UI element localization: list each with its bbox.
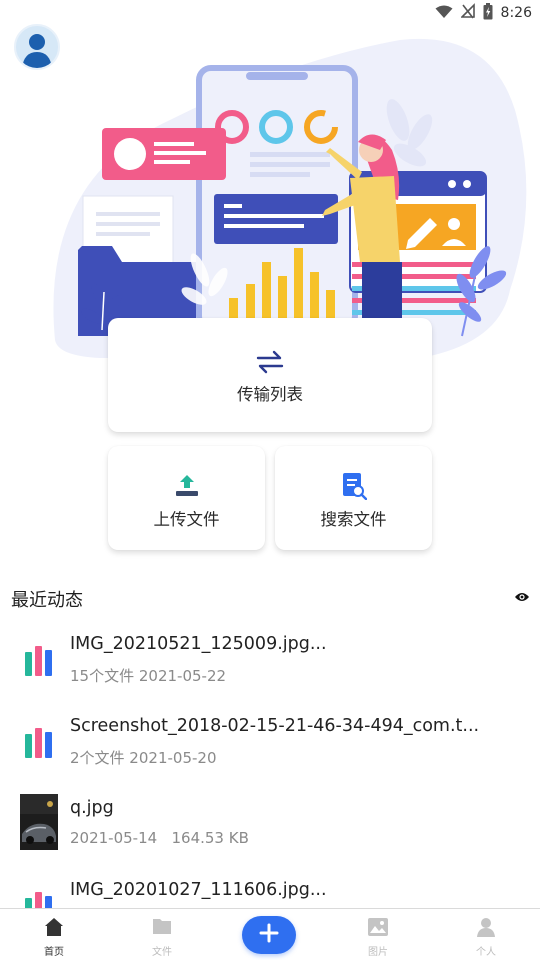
image-stack-icon — [20, 634, 58, 690]
swap-arrows-icon — [256, 350, 284, 378]
upload-file-label: 上传文件 — [153, 510, 220, 529]
search-file-button[interactable]: 搜索文件 — [275, 446, 432, 550]
nav-files-label: 文件 — [152, 947, 172, 958]
upload-tray-icon — [174, 472, 200, 502]
nav-profile[interactable]: 个人 — [432, 909, 540, 960]
wifi-icon — [435, 4, 453, 23]
upload-file-button[interactable]: 上传文件 — [108, 446, 265, 550]
nav-images[interactable]: 图片 — [324, 909, 432, 960]
list-item-meta: 2021-05-14 164.53 KB — [70, 829, 249, 847]
list-item-title: IMG_20210521_125009.jpg... — [70, 634, 327, 654]
photo-thumbnail — [20, 794, 58, 850]
file-search-icon — [341, 472, 367, 504]
list-item-title: q.jpg — [70, 798, 114, 818]
home-icon — [44, 917, 64, 941]
eye-icon[interactable] — [514, 588, 530, 607]
list-item[interactable]: IMG_20210521_125009.jpg... 15个文件 2021-05… — [0, 620, 540, 702]
transfer-list-label: 传输列表 — [237, 385, 303, 404]
nav-home[interactable]: 首页 — [0, 909, 108, 960]
status-icons: 8:26 — [435, 2, 532, 24]
user-avatar[interactable] — [14, 24, 60, 70]
plus-icon — [259, 923, 279, 947]
add-button[interactable] — [242, 916, 296, 954]
list-item[interactable]: Screenshot_2018-02-15-21-46-34-494_com.t… — [0, 702, 540, 784]
recent-activity-title: 最近动态 — [11, 590, 83, 611]
status-time: 8:26 — [500, 5, 532, 21]
list-item-meta: 2个文件 2021-05-20 — [70, 749, 217, 767]
nav-files[interactable]: 文件 — [108, 909, 216, 960]
list-item[interactable]: q.jpg 2021-05-14 164.53 KB — [0, 784, 540, 866]
list-item-meta: 15个文件 2021-05-22 — [70, 667, 227, 685]
no-sim-icon — [459, 3, 475, 23]
transfer-list-button[interactable]: 传输列表 — [108, 318, 432, 432]
battery-charging-icon — [483, 2, 493, 24]
image-stack-icon — [20, 716, 58, 772]
nav-home-label: 首页 — [44, 947, 64, 958]
status-bar: 8:26 — [0, 0, 540, 26]
folder-icon — [152, 917, 172, 939]
nav-images-label: 图片 — [368, 947, 388, 958]
image-icon — [367, 917, 389, 941]
nav-profile-label: 个人 — [476, 947, 496, 958]
hero-illustration — [0, 24, 540, 364]
list-item-title: IMG_20201027_111606.jpg... — [70, 880, 327, 900]
search-file-label: 搜索文件 — [320, 510, 387, 529]
list-item-title: Screenshot_2018-02-15-21-46-34-494_com.t… — [70, 716, 480, 736]
person-icon — [476, 917, 496, 941]
